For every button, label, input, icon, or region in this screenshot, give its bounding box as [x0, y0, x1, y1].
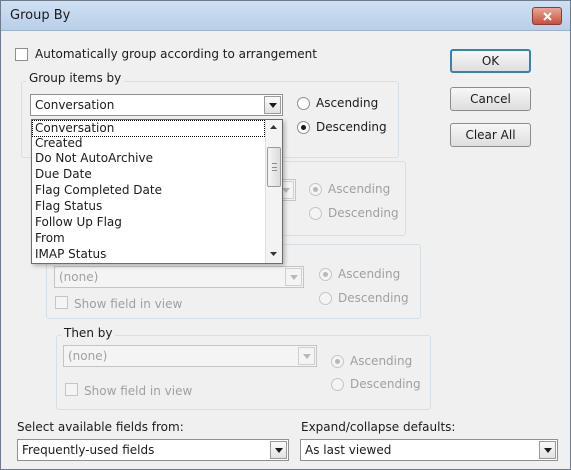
- expand-collapse-label: Expand/collapse defaults:: [301, 420, 456, 434]
- group-items-by-select[interactable]: Conversation: [30, 94, 283, 116]
- scrollbar-thumb[interactable]: [267, 147, 281, 187]
- then-by-3-select[interactable]: (none): [63, 345, 317, 367]
- then-by-2-show-field-label: Show field in view: [74, 297, 183, 311]
- available-fields-select[interactable]: Frequently-used fields: [17, 439, 289, 461]
- chevron-down-icon: [303, 354, 311, 359]
- dialog-title: Group By: [10, 8, 71, 23]
- then-by-1-ascending-radio[interactable]: [309, 183, 322, 196]
- group-ascending-label: Ascending: [316, 96, 379, 110]
- then-by-2-show-field-checkbox[interactable]: [55, 296, 68, 309]
- chevron-down-icon: [282, 188, 290, 193]
- then-by-3-ascending-label: Ascending: [350, 354, 413, 368]
- then-by-3-title: Then by: [61, 326, 116, 340]
- dropdown-option[interactable]: Created: [33, 136, 264, 151]
- chevron-down-icon: [275, 448, 283, 453]
- scroll-down-button[interactable]: [266, 247, 282, 263]
- then-by-3-ascending-radio[interactable]: [331, 355, 344, 368]
- dropdown-arrow-button[interactable]: [270, 441, 287, 459]
- then-by-3-value: (none): [68, 349, 108, 363]
- then-by-3-descending-label: Descending: [350, 377, 421, 391]
- then-by-3-show-field-label: Show field in view: [84, 384, 193, 398]
- then-by-3-show-field-checkbox[interactable]: [65, 383, 78, 396]
- dropdown-option[interactable]: Conversation: [32, 120, 265, 137]
- dropdown-option[interactable]: Follow Up Flag: [33, 215, 264, 230]
- then-by-2-value: (none): [59, 270, 99, 284]
- dropdown-option[interactable]: Do Not AutoArchive: [33, 151, 264, 166]
- dropdown-arrow-button[interactable]: [539, 441, 556, 459]
- dropdown-option[interactable]: Flag Completed Date: [33, 183, 264, 198]
- auto-group-label: Automatically group according to arrange…: [35, 47, 317, 61]
- dropdown-option[interactable]: IMAP Status: [33, 247, 264, 262]
- available-fields-value: Frequently-used fields: [22, 443, 155, 457]
- group-by-dialog: Group By Automatically group according t…: [0, 0, 571, 470]
- then-by-1-ascending-label: Ascending: [328, 182, 391, 196]
- then-by-3-descending-radio[interactable]: [331, 378, 344, 391]
- dropdown-option[interactable]: Flag Status: [33, 199, 264, 214]
- dropdown-arrow-button[interactable]: [264, 96, 281, 114]
- close-icon: [543, 12, 552, 21]
- then-by-2-ascending-label: Ascending: [338, 267, 401, 281]
- chevron-up-icon: [270, 125, 277, 129]
- group-by-dropdown-list[interactable]: Conversation Created Do Not AutoArchive …: [31, 119, 283, 264]
- then-by-1-descending-radio[interactable]: [309, 207, 322, 220]
- group-ascending-radio[interactable]: [297, 97, 310, 110]
- scroll-up-button[interactable]: [266, 120, 282, 136]
- then-by-2-descending-radio[interactable]: [319, 292, 332, 305]
- available-fields-label: Select available fields from:: [17, 420, 184, 434]
- cancel-button[interactable]: Cancel: [450, 87, 531, 111]
- group-items-by-title: Group items by: [26, 71, 125, 85]
- close-button[interactable]: [532, 7, 562, 25]
- then-by-1-descending-label: Descending: [328, 206, 399, 220]
- chevron-down-icon: [269, 103, 277, 108]
- dropdown-arrow-button[interactable]: [285, 268, 302, 286]
- expand-collapse-select[interactable]: As last viewed: [300, 439, 558, 461]
- auto-group-checkbox[interactable]: [15, 48, 28, 61]
- dropdown-option[interactable]: Due Date: [33, 167, 264, 182]
- group-descending-label: Descending: [316, 120, 387, 134]
- chevron-down-icon: [270, 252, 277, 256]
- group-items-by-value: Conversation: [35, 98, 115, 112]
- chevron-down-icon: [290, 275, 298, 280]
- ok-button[interactable]: OK: [450, 49, 531, 73]
- then-by-2-descending-label: Descending: [338, 291, 409, 305]
- grip-icon: [272, 163, 277, 171]
- clear-all-button[interactable]: Clear All: [450, 123, 531, 147]
- dropdown-arrow-button[interactable]: [298, 347, 315, 365]
- dropdown-option[interactable]: From: [33, 231, 264, 246]
- then-by-2-select[interactable]: (none): [54, 266, 304, 288]
- expand-collapse-value: As last viewed: [305, 443, 392, 457]
- chevron-down-icon: [544, 448, 552, 453]
- group-descending-radio[interactable]: [297, 121, 310, 134]
- dropdown-scrollbar[interactable]: [265, 120, 282, 263]
- title-bar[interactable]: Group By: [1, 1, 570, 31]
- then-by-2-ascending-radio[interactable]: [319, 268, 332, 281]
